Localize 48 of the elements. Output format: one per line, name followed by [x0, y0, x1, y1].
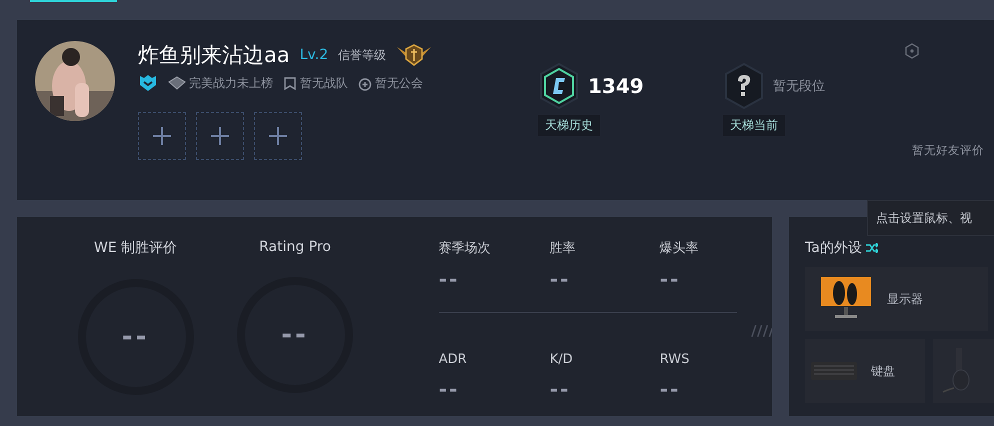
gear-card[interactable]: 显示器: [805, 267, 988, 331]
stat-label: RWS: [660, 352, 690, 367]
stat-label: 赛季场次: [438, 240, 492, 257]
gear-title: Ta的外设: [805, 239, 862, 257]
add-slot-button[interactable]: [254, 112, 302, 160]
plus-icon: [268, 126, 288, 146]
rating-value: --: [122, 322, 150, 352]
gear-name: 键盘: [871, 362, 895, 380]
stat-value: --: [438, 267, 460, 291]
ladder-label: 天梯历史: [538, 115, 600, 136]
rank-badge-icon: [538, 62, 580, 110]
gear-card[interactable]: 键盘: [805, 339, 925, 403]
stat-value: --: [660, 267, 682, 291]
rating-title: Rating Pro: [259, 239, 331, 255]
diamond-icon: [168, 76, 186, 90]
stat-label: ADR: [438, 352, 468, 367]
friend-review-text: 暂无好友评价: [912, 143, 984, 158]
stat-value: --: [660, 377, 682, 401]
stat-label: 胜率: [550, 240, 577, 257]
question-badge-icon: [723, 62, 765, 110]
add-slot-button[interactable]: [138, 112, 186, 160]
stat-label: K/D: [550, 352, 574, 367]
tooltip-text: 点击设置鼠标、视: [876, 210, 972, 226]
ladder-value: 1349: [588, 74, 644, 98]
medal-icon: [358, 76, 372, 90]
rating-title: WE 制胜评价: [94, 239, 178, 257]
settings-icon[interactable]: [904, 43, 920, 59]
rating-value: --: [281, 320, 309, 350]
level-label: Lv.2: [300, 47, 328, 63]
winged-emblem-icon: [396, 44, 432, 66]
ladder-value: 暂无段位: [773, 78, 825, 95]
credit-label: 信誉等级: [338, 46, 386, 64]
plus-icon: [210, 126, 230, 146]
plus-icon: [152, 126, 172, 146]
add-slot-button[interactable]: [196, 112, 244, 160]
shield-icon: [138, 74, 158, 92]
gear-name: 显示器: [887, 290, 923, 308]
badge-label: 暂无公会: [375, 74, 423, 92]
banner-icon: [283, 76, 297, 90]
ladder-label: 天梯当前: [723, 115, 785, 136]
player-name: 炸鱼别来沾边aa: [138, 42, 290, 69]
badge-label: 完美战力未上榜: [189, 74, 273, 92]
stat-value: --: [550, 267, 572, 291]
stat-label: 爆头率: [660, 240, 700, 257]
badge-label: 暂无战队: [300, 74, 348, 92]
stat-value: --: [550, 377, 572, 401]
stat-value: --: [438, 377, 460, 401]
shuffle-icon[interactable]: [866, 243, 878, 253]
